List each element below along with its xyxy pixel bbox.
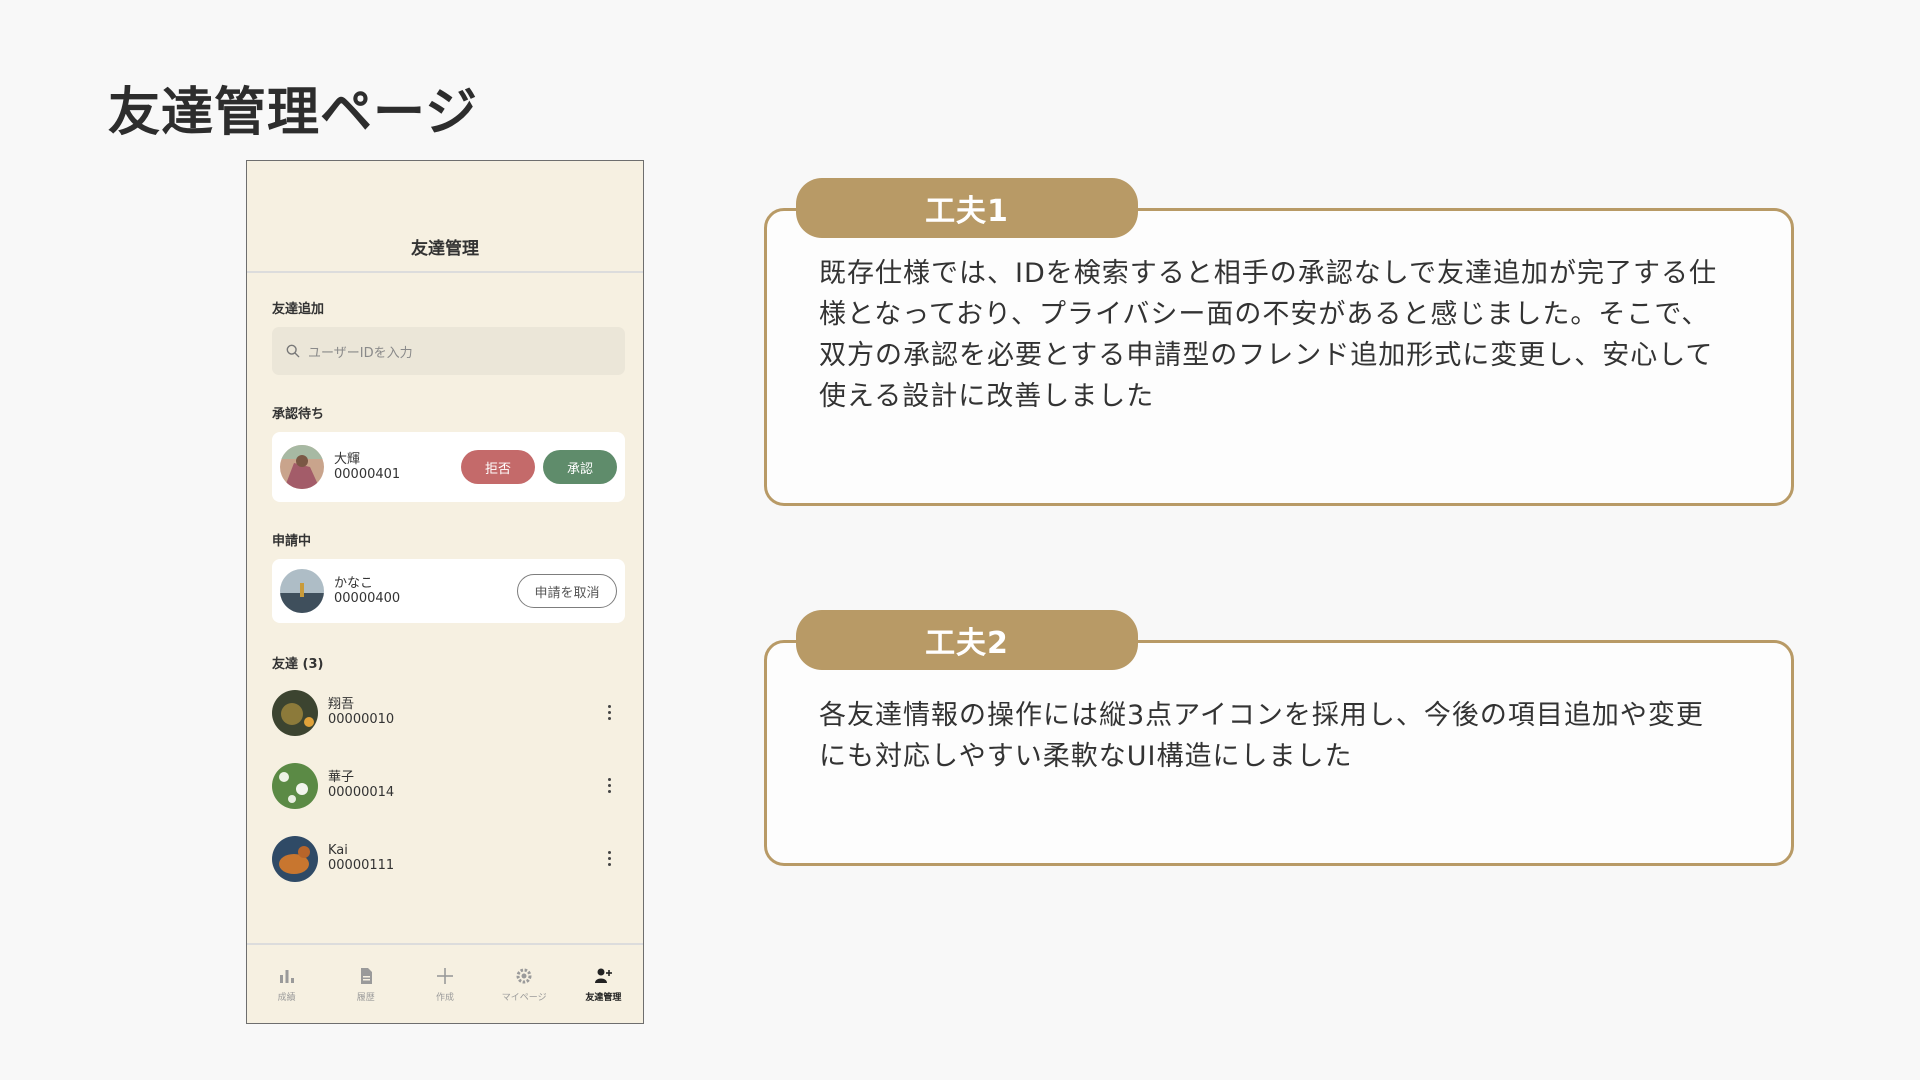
phone-mockup: 友達管理 友達追加 ユーザーIDを入力 承認待ち 大輝 00000401 拒否 … [246,160,644,1024]
tab-label: 履歴 [356,992,375,1003]
requested-user-info: かなこ 00000400 [334,576,517,607]
avatar [272,689,318,736]
pending-request-card: 大輝 00000401 拒否 承認 [272,432,625,502]
sent-request-card: かなこ 00000400 申請を取消 [272,559,625,623]
tab-label: 友達管理 [585,992,622,1003]
approve-button[interactable]: 承認 [543,450,617,484]
user-id-search-input[interactable]: ユーザーIDを入力 [272,327,625,375]
friend-info: 華子 00000014 [328,770,597,801]
tab-label: マイページ [501,992,547,1003]
friend-id: 00000111 [328,858,395,873]
tab-results[interactable]: 成績 [247,945,326,1023]
app-header-title: 友達管理 [411,239,479,259]
callout-box-1: 既存仕様では、IDを検索すると相手の承認なしで友達追加が完了する仕様となっており… [764,208,1794,506]
tab-mypage[interactable]: マイページ [485,945,564,1023]
friend-row: Kai 00000111 [272,822,625,895]
pending-user-id: 00000401 [334,466,401,482]
reject-button[interactable]: 拒否 [461,450,535,484]
search-placeholder: ユーザーIDを入力 [308,345,413,361]
search-icon [286,344,300,358]
tab-history[interactable]: 履歴 [326,945,405,1023]
tab-label: 成績 [277,992,296,1003]
avatar [272,762,318,809]
callout-text-1: 既存仕様では、IDを検索すると相手の承認なしで友達追加が完了する仕様となっており… [819,258,1717,412]
slide-title: 友達管理ページ [108,83,478,143]
friend-name: Kai [328,843,348,858]
callout-text-2: 各友達情報の操作には縦3点アイコンを採用し、今後の項目追加や変更にも対応しやすい… [819,700,1704,772]
callout-title-pill-1: 工夫1 [796,178,1138,238]
requested-user-name: かなこ [334,575,374,591]
pending-user-info: 大輝 00000401 [334,452,461,483]
pending-user-name: 大輝 [334,451,361,467]
requesting-label: 申請中 [272,534,312,549]
friends-label: 友達 (3) [272,657,324,672]
add-friend-label: 友達追加 [272,302,325,317]
requested-user-id: 00000400 [334,590,401,606]
friend-name: 華子 [328,770,355,785]
person-add-icon [595,968,613,983]
callout-title-1: 工夫1 [925,194,1009,229]
tab-friend-management[interactable]: 友達管理 [564,945,643,1023]
document-icon [360,967,372,984]
friend-row: 翔吾 00000010 [272,676,625,749]
more-options-icon[interactable] [597,851,621,866]
gear-icon [516,968,532,983]
cancel-request-button[interactable]: 申請を取消 [517,574,617,608]
more-options-icon[interactable] [597,778,621,793]
tab-label: 作成 [436,992,455,1003]
callout-title-2: 工夫2 [925,626,1009,661]
avatar [280,445,324,489]
bottom-tab-bar: 成績 履歴 作成 マイページ 友達管理 [247,943,643,1023]
pending-approval-label: 承認待ち [272,407,325,422]
callout-box-2: 各友達情報の操作には縦3点アイコンを採用し、今後の項目追加や変更にも対応しやすい… [764,640,1794,866]
friend-name: 翔吾 [328,697,355,712]
avatar [280,569,324,613]
more-options-icon[interactable] [597,705,621,720]
callout-title-pill-2: 工夫2 [796,610,1138,670]
plus-icon [437,967,453,984]
friend-id: 00000010 [328,712,395,727]
friend-info: 翔吾 00000010 [328,697,597,728]
friend-management-content: 友達追加 ユーザーIDを入力 承認待ち 大輝 00000401 拒否 承認 申請… [247,298,643,895]
friend-row: 華子 00000014 [272,749,625,822]
tab-create[interactable]: 作成 [405,945,484,1023]
friend-info: Kai 00000111 [328,843,597,874]
app-header: 友達管理 [247,161,643,273]
avatar [272,835,318,882]
friend-id: 00000014 [328,785,395,800]
bar-chart-icon [279,969,294,983]
